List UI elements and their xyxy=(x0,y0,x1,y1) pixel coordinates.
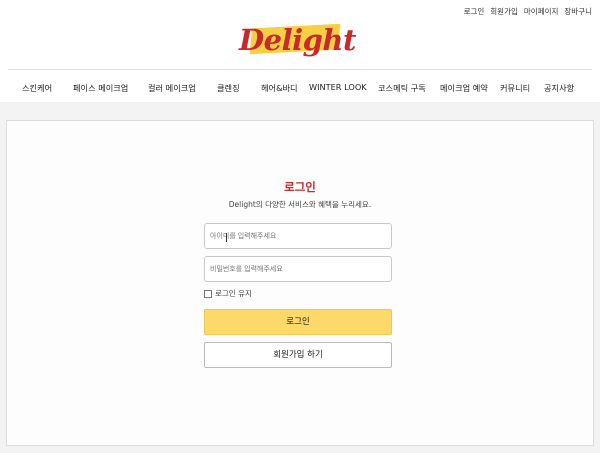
nav-item-skincare[interactable]: 스킨케어 xyxy=(22,82,52,94)
nav-item-face-makeup[interactable]: 페이스 메이크업 xyxy=(73,82,128,94)
join-button[interactable]: 회원가입 하기 xyxy=(204,342,392,368)
utility-links: 로그인 회원가입 마이페이지 장바구니 xyxy=(464,6,592,17)
nav-item-reservation[interactable]: 메이크업 예약 xyxy=(440,82,488,94)
util-mypage-link[interactable]: 마이페이지 xyxy=(524,6,559,17)
password-input[interactable] xyxy=(204,256,392,282)
remember-checkbox[interactable] xyxy=(204,289,212,298)
util-join-link[interactable]: 회원가입 xyxy=(490,6,518,17)
id-input[interactable] xyxy=(204,223,392,249)
nav-item-winter-look[interactable]: WINTER LOOK xyxy=(309,82,367,92)
login-subtitle: Delight의 다양한 서비스와 혜택을 누리세요. xyxy=(228,200,372,209)
nav-item-cleansing[interactable]: 클렌징 xyxy=(217,82,240,94)
nav-item-notice[interactable]: 공지사항 xyxy=(544,82,574,94)
nav-item-hair-body[interactable]: 헤어&바디 xyxy=(261,82,298,94)
logo-text: Delight xyxy=(239,23,356,57)
remember-login[interactable]: 로그인 유지 xyxy=(204,288,252,299)
text-cursor xyxy=(226,233,227,242)
util-cart-link[interactable]: 장바구니 xyxy=(564,6,592,17)
remember-label: 로그인 유지 xyxy=(215,289,252,298)
util-login-link[interactable]: 로그인 xyxy=(464,6,485,17)
logo[interactable]: Delight xyxy=(237,22,356,66)
header: 로그인 회원가입 마이페이지 장바구니 Delight 스킨케어 페이스 메이크… xyxy=(0,0,600,102)
nav-item-color-makeup[interactable]: 컬러 메이크업 xyxy=(148,82,196,94)
login-title: 로그인 xyxy=(284,180,316,194)
nav-item-community[interactable]: 커뮤니티 xyxy=(500,82,530,94)
main-nav: 스킨케어 페이스 메이크업 컬러 메이크업 클렌징 헤어&바디 WINTER L… xyxy=(0,70,600,102)
login-panel xyxy=(6,120,594,446)
login-button[interactable]: 로그인 xyxy=(204,309,392,335)
nav-item-subscription[interactable]: 코스메틱 구독 xyxy=(378,82,426,94)
